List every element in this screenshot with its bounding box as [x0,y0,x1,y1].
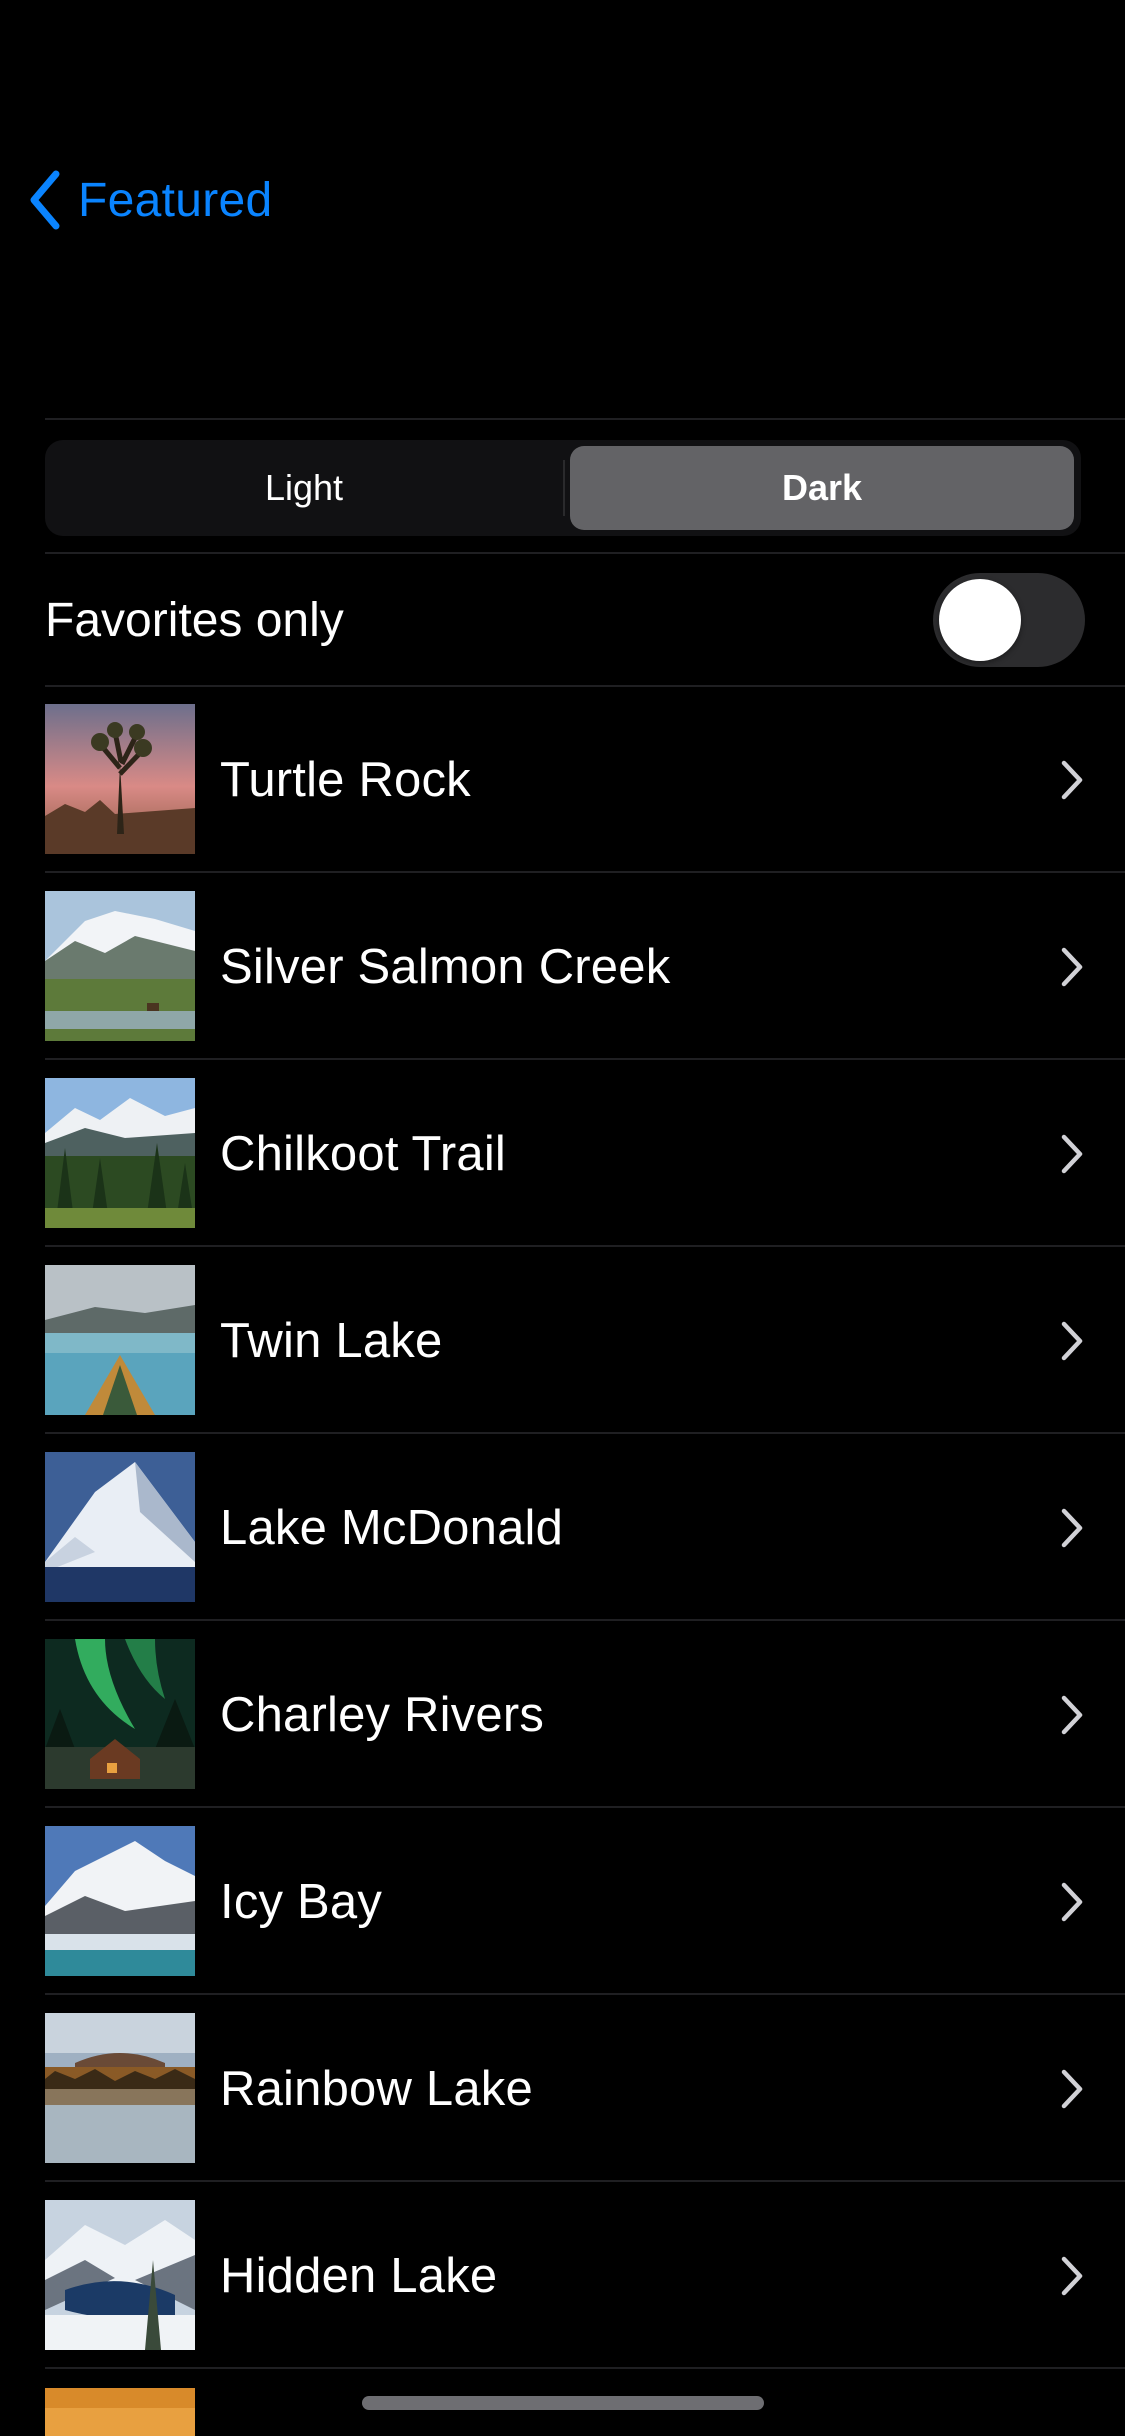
list-item[interactable]: Rainbow Lake [0,1995,1125,2182]
landmark-thumbnail [45,704,195,854]
list-item[interactable]: Charley Rivers [0,1621,1125,1808]
chevron-right-icon [1061,1882,1083,1922]
home-indicator [362,2396,764,2410]
segment-divider [563,460,565,516]
chevron-right-icon [1061,1508,1083,1548]
landmark-thumbnail [45,1826,195,1976]
toggle-knob [939,579,1021,661]
landmark-thumbnail [45,2388,195,2436]
landmark-name: Icy Bay [220,1874,383,1929]
chevron-right-icon [1061,760,1083,800]
chevron-right-icon [1061,2256,1083,2296]
divider [45,418,1125,420]
favorites-toggle[interactable] [933,573,1085,667]
chevron-right-icon [1061,1695,1083,1735]
landmark-thumbnail [45,1078,195,1228]
landmark-name: Lake McDonald [220,1500,564,1555]
list-item[interactable]: Turtle Rock [0,686,1125,873]
landmark-name: Chilkoot Trail [220,1126,507,1181]
chevron-right-icon [1061,1134,1083,1174]
landmark-thumbnail [45,1639,195,1789]
landmark-thumbnail [45,1452,195,1602]
list-item[interactable]: Lake McDonald [0,1434,1125,1621]
chevron-right-icon [1061,2069,1083,2109]
list-item[interactable]: Silver Salmon Creek [0,873,1125,1060]
landmark-name: Charley Rivers [220,1687,545,1742]
favorites-label: Favorites only [45,593,344,647]
landmark-thumbnail [45,2200,195,2350]
landmark-name: Silver Salmon Creek [220,939,671,994]
landmark-name: Hidden Lake [220,2248,498,2303]
chevron-right-icon [1061,1321,1083,1361]
back-button[interactable]: Featured [26,165,273,235]
list-item[interactable]: Twin Lake [0,1247,1125,1434]
divider [45,2367,1125,2369]
landmark-name: Turtle Rock [220,752,471,807]
landmark-thumbnail [45,2013,195,2163]
landmark-thumbnail [45,891,195,1041]
list-item[interactable]: Hidden Lake [0,2182,1125,2369]
chevron-right-icon [1061,947,1083,987]
landmark-thumbnail [45,1265,195,1415]
chevron-left-icon [26,169,64,231]
favorites-row: Favorites only [45,555,1125,685]
back-button-label: Featured [78,173,273,227]
landmark-name: Rainbow Lake [220,2061,533,2116]
divider [45,552,1125,554]
landmark-name: Twin Lake [220,1313,443,1368]
segment-light[interactable]: Light [45,440,563,536]
list-item[interactable]: Icy Bay [0,1808,1125,1995]
list-item[interactable]: Chilkoot Trail [0,1060,1125,1247]
appearance-segmented-control: Light Dark [45,440,1081,536]
segment-dark[interactable]: Dark [570,446,1074,530]
